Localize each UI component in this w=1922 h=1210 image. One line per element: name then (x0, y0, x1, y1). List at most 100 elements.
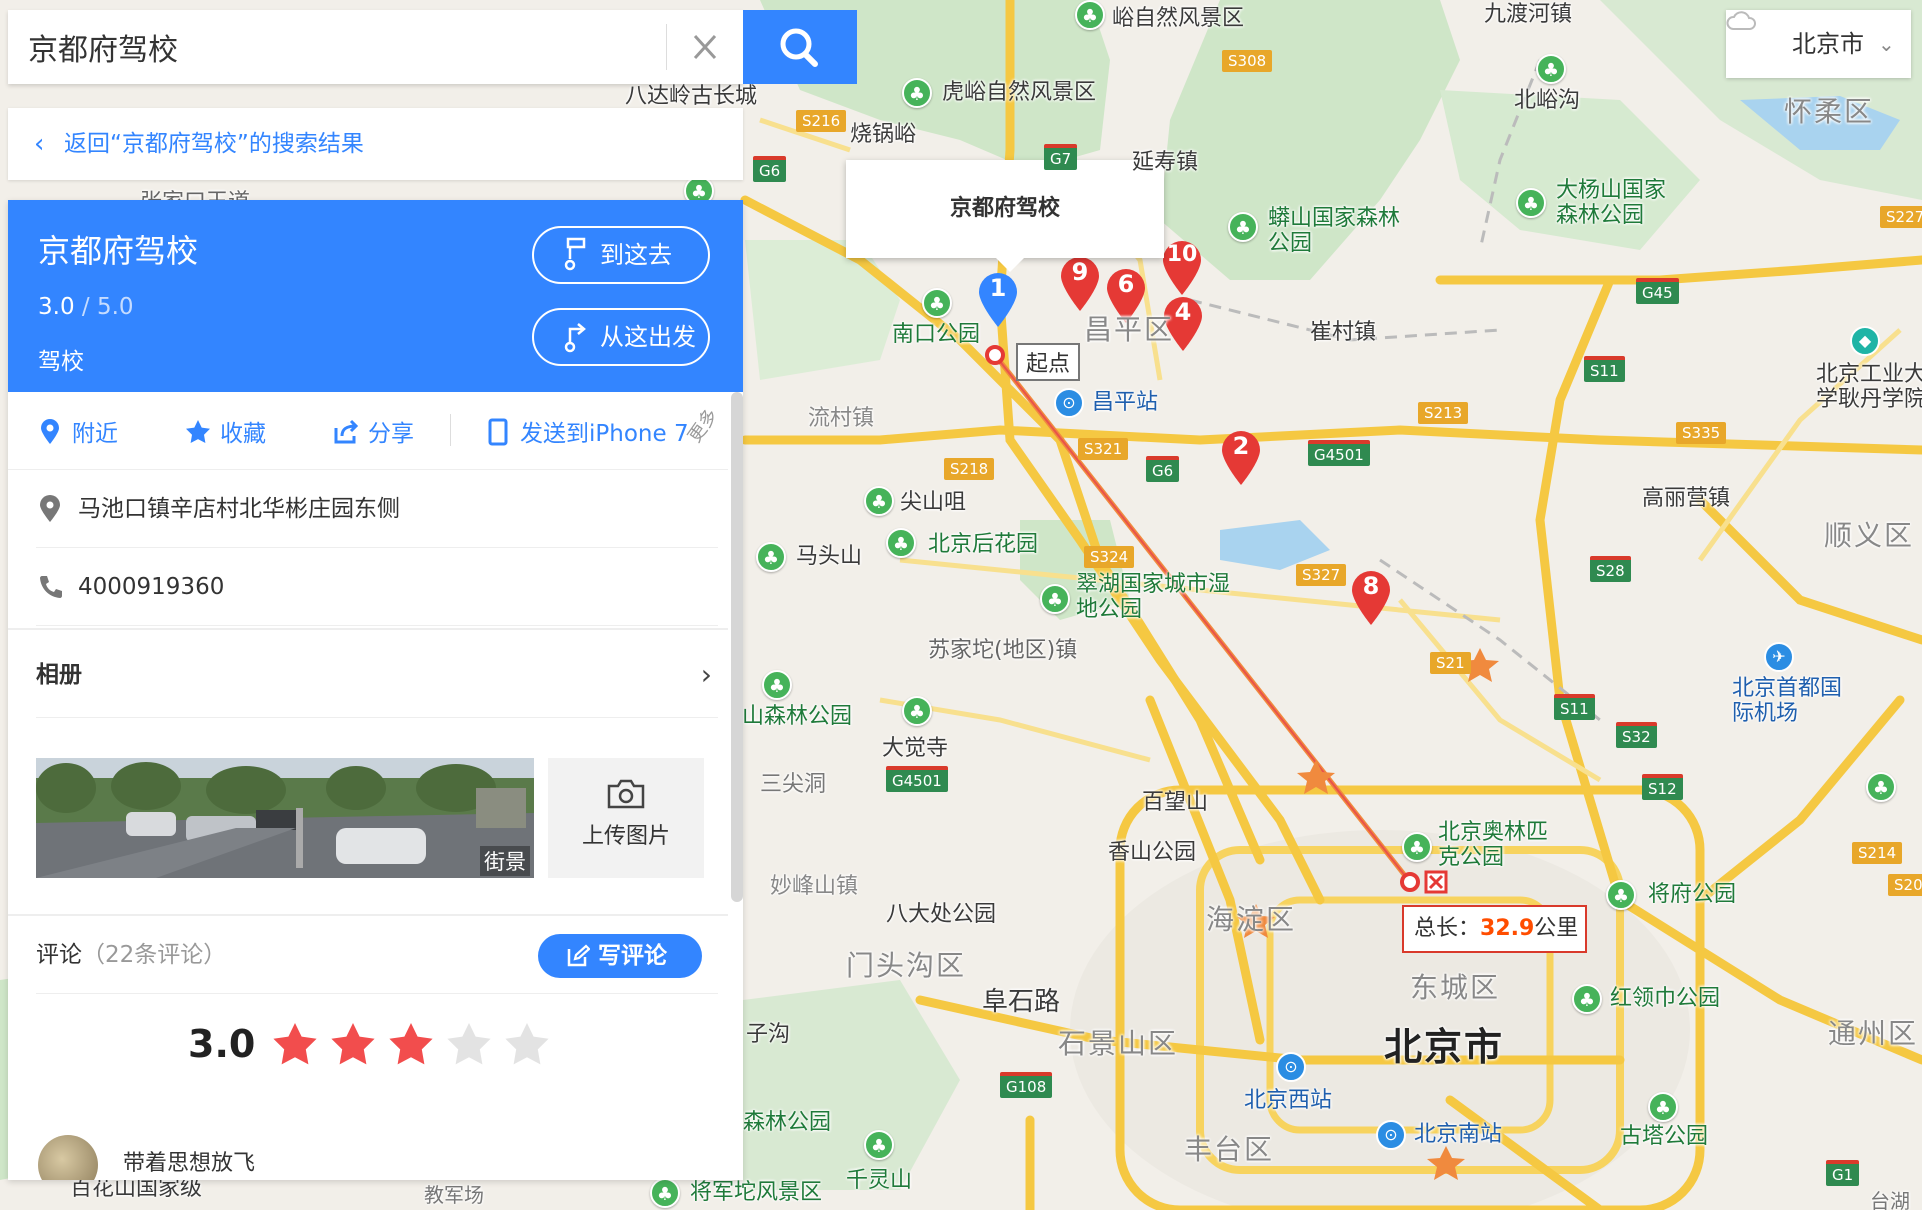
favorite-button[interactable]: 收藏 (184, 414, 266, 448)
star-filled-icon (328, 1020, 378, 1070)
share-button[interactable]: 分享 (332, 414, 414, 448)
nearby-button[interactable]: 附近 (36, 414, 118, 448)
map-pin-10[interactable]: 10 (1161, 240, 1203, 296)
university-icon: ◆ (1850, 326, 1880, 356)
avatar[interactable] (38, 1135, 98, 1180)
district-label: 门头沟区 (846, 949, 967, 982)
search-button[interactable] (743, 10, 857, 84)
map-place-label: 北京工业大学耿丹学院 (1815, 362, 1922, 413)
map-place-label: 香山公园 (1108, 840, 1197, 865)
map-place-label: 将府公园 (1648, 882, 1737, 907)
reviews-title: 评论 (36, 942, 82, 968)
map-place-label: 八达岭古长城 (625, 84, 758, 109)
reviews-count: （22条评论） (82, 942, 227, 968)
upload-photo-button[interactable]: 上传图片 (548, 758, 704, 878)
poi-rating: 3.0 / 5.0 (38, 294, 134, 320)
road-shield: S20 (1888, 874, 1922, 896)
city-selector[interactable]: 北京市 ⌄ (1726, 10, 1911, 78)
map-place-label: 红领巾公园 (1610, 986, 1721, 1011)
park-icon: ♣ (1648, 1092, 1678, 1122)
road-shield: S218 (944, 458, 995, 480)
back-link-label: 返回“京都府驾校”的搜索结果 (64, 131, 364, 157)
back-to-results-link[interactable]: ‹ 返回“京都府驾校”的搜索结果 (8, 108, 743, 180)
star-filled-icon (270, 1020, 320, 1070)
map-tooltip[interactable]: 京都府驾校 (846, 160, 1164, 272)
poi-header: 京都府驾校 3.0 / 5.0 驾校 到这去 从这出发 (8, 200, 743, 392)
send-to-phone-label: 发送到iPhone 7 (520, 421, 689, 447)
section-divider (8, 628, 728, 630)
chevron-down-icon: ⌄ (1878, 32, 1895, 56)
send-to-phone-button[interactable]: 发送到iPhone 7 (484, 414, 689, 448)
star-filled-icon (386, 1020, 436, 1070)
map-place-label: 三尖洞 (760, 772, 827, 797)
road-shield: S12 (1642, 774, 1683, 800)
map-place-label: 千灵山 (846, 1168, 913, 1193)
search-input[interactable] (28, 10, 648, 84)
favorite-label: 收藏 (220, 421, 266, 447)
map-place-label: 妙峰山镇 (770, 874, 859, 899)
park-icon: ♣ (1536, 54, 1566, 84)
park-icon: ♣ (1606, 880, 1636, 910)
address-row: 马池口镇辛店村北华彬庄园东侧 (36, 470, 718, 548)
park-icon: ♣ (762, 670, 792, 700)
city-name: 北京市 (1792, 30, 1864, 58)
district-label: 昌平区 (1084, 313, 1175, 346)
map-pin-9[interactable]: 9 (1059, 256, 1101, 312)
write-review-label: 写评论 (598, 943, 667, 969)
album-row[interactable]: 相册 › (36, 632, 718, 718)
map-place-label: 百望山 (1142, 790, 1209, 815)
poi-category: 驾校 (38, 349, 84, 375)
airport-icon: ✈ (1764, 642, 1794, 672)
poi-title: 京都府驾校 (38, 232, 199, 270)
map-pin-2[interactable]: 2 (1220, 430, 1262, 486)
go-here-button[interactable]: 到这去 (532, 226, 710, 284)
district-label: 通州区 (1828, 1017, 1919, 1050)
location-pin-icon (40, 495, 60, 522)
map-place-label: 高丽营镇 (1642, 486, 1731, 511)
weather-cloud-icon (1726, 11, 1756, 30)
road-shield: G4501 (1308, 440, 1370, 466)
phone-text[interactable]: 4000919360 (78, 574, 224, 600)
road-shield: G4501 (886, 766, 948, 792)
map-place-label: 崔村镇 (1310, 320, 1377, 345)
road-shield: S335 (1676, 422, 1727, 444)
road-shield: S213 (1418, 402, 1469, 424)
start-from-here-button[interactable]: 从这出发 (532, 308, 710, 366)
reviewer-name[interactable]: 带着思想放飞 (123, 1145, 255, 1177)
park-icon: ♣ (886, 528, 916, 558)
map-place-label: 虎峪自然风景区 (942, 80, 1097, 105)
map-place-label: 马头山 (796, 544, 863, 569)
map-pin-1[interactable]: 1 (977, 272, 1019, 328)
map-place-label: 北京南站 (1414, 1122, 1503, 1147)
road-shield: S321 (1078, 438, 1129, 460)
park-icon: ♣ (1040, 584, 1070, 614)
poi-detail-panel: 京都府驾校 3.0 / 5.0 驾校 到这去 从这出发 附近 收藏 分享 发送到… (8, 200, 743, 1180)
road-shield: S28 (1590, 556, 1631, 582)
search-icon (780, 28, 818, 67)
clear-search-button[interactable] (680, 24, 730, 70)
train-station-icon: ⊙ (1376, 1120, 1406, 1150)
write-review-button[interactable]: 写评论 (538, 934, 702, 978)
address-text: 马池口镇辛店村北华彬庄园东侧 (78, 496, 400, 522)
nearby-label: 附近 (72, 421, 118, 447)
district-label: 丰台区 (1184, 1133, 1275, 1166)
map-pin-8[interactable]: 8 (1350, 570, 1392, 626)
star-icon (186, 420, 210, 443)
map-place-label: 教军场 (424, 1183, 484, 1207)
star-empty-icon (444, 1020, 494, 1070)
panel-scrollbar[interactable] (731, 392, 743, 902)
park-icon: ♣ (864, 486, 894, 516)
road-shield: G7 (1044, 144, 1078, 170)
map-place-label: 峪自然风景区 (1112, 6, 1245, 31)
park-icon: ♣ (922, 288, 952, 318)
close-icon (693, 34, 717, 60)
road-shield: S227 (1880, 206, 1922, 228)
action-divider (450, 414, 451, 446)
road-shield: G1 (1826, 1160, 1860, 1186)
share-label: 分享 (368, 421, 414, 447)
street-view-photo[interactable]: 街景 (36, 758, 534, 878)
map-place-label: 子沟 (746, 1022, 791, 1047)
route-to-icon (564, 237, 586, 271)
park-icon: ♣ (902, 696, 932, 726)
search-divider (666, 24, 667, 70)
